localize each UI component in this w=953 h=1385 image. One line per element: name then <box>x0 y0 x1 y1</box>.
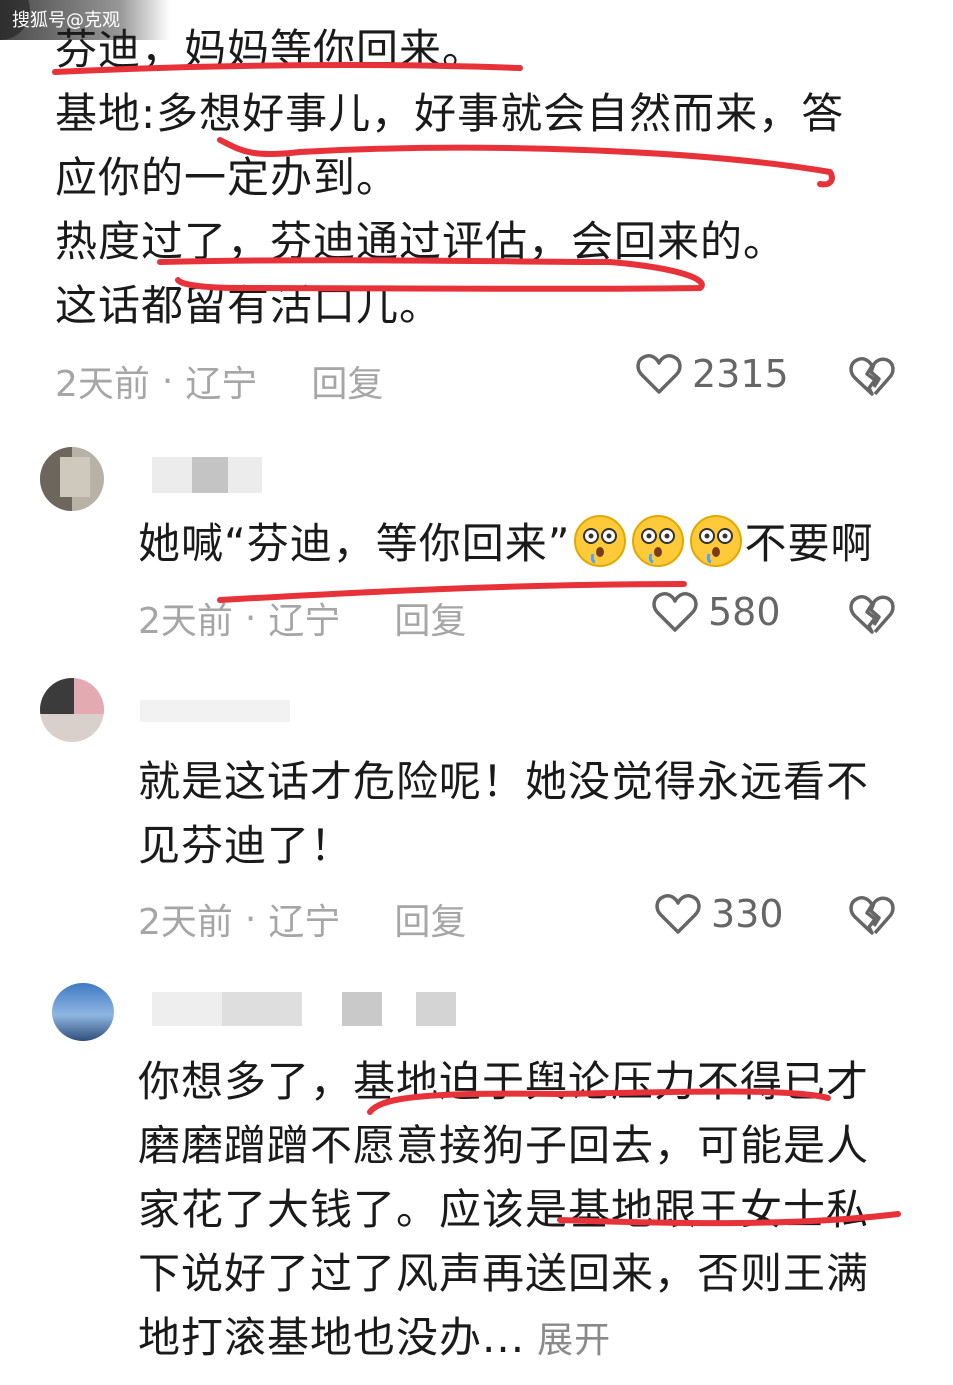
avatar[interactable] <box>40 678 104 742</box>
like-count: 330 <box>711 892 784 936</box>
crying-face-emoji <box>573 515 626 567</box>
comment-text: 她喊“芬迪，等你回来” 不要啊 <box>138 512 874 576</box>
comment-meta: 2天前 · 辽宁 回复 <box>55 355 383 407</box>
username-blurred <box>416 992 456 1026</box>
reply-button[interactable]: 回复 <box>394 893 466 945</box>
crying-face-emoji <box>631 515 684 567</box>
broken-heart-icon <box>849 595 895 634</box>
dislike-button[interactable] <box>849 594 895 636</box>
avatar[interactable] <box>40 447 104 511</box>
reply-button[interactable]: 回复 <box>394 592 466 644</box>
heart-outline-icon <box>652 592 698 632</box>
heart-outline-icon <box>655 894 701 934</box>
like-button[interactable]: 580 <box>652 590 781 634</box>
comment-text: 芬迪，妈妈等你回来。 基地:多想好事儿，好事就会自然而来，答 应你的一定办到。 … <box>55 25 845 330</box>
like-button[interactable]: 330 <box>655 892 784 936</box>
username-blurred[interactable] <box>152 992 302 1026</box>
like-count: 580 <box>708 590 781 634</box>
username-blurred <box>342 992 382 1026</box>
comment-text: 你想多了，基地迫于舆论压力不得已才 磨磨蹭蹭不愿意接狗子回去，可能是人 家花了大… <box>138 1057 870 1362</box>
dislike-button[interactable] <box>849 356 895 398</box>
broken-heart-icon <box>849 357 895 396</box>
reply-button[interactable]: 回复 <box>311 355 383 407</box>
username-blurred[interactable] <box>152 457 262 493</box>
crying-face-emoji <box>689 515 742 567</box>
comment-meta: 2天前 · 辽宁 回复 <box>138 893 466 945</box>
expand-button[interactable]: 展开 <box>537 1320 611 1361</box>
broken-heart-icon <box>849 896 895 935</box>
like-count: 2315 <box>692 352 789 396</box>
avatar[interactable] <box>52 983 114 1041</box>
dislike-button[interactable] <box>849 895 895 937</box>
like-button[interactable]: 2315 <box>636 352 789 396</box>
username-blurred[interactable] <box>140 700 290 722</box>
comment-meta: 2天前 · 辽宁 回复 <box>138 592 466 644</box>
comment-text: 就是这话才危险呢！她没觉得永远看不 见芬迪了！ <box>138 757 870 870</box>
heart-outline-icon <box>636 354 682 394</box>
